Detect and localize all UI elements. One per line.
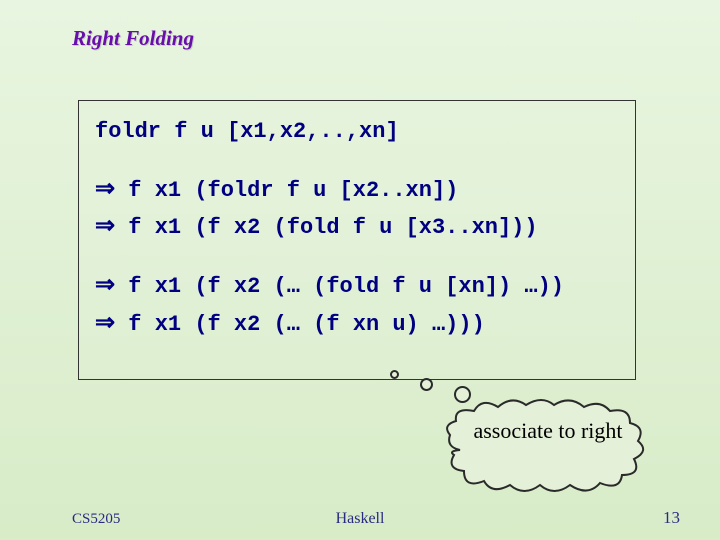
footer-topic: Haskell <box>0 510 720 528</box>
code-box: foldr f u [x1,x2,..,xn] ⇒ f x1 (foldr f … <box>78 100 636 380</box>
code-gap <box>95 149 619 171</box>
callout-text: associate to right <box>468 418 628 443</box>
code-line-1: foldr f u [x1,x2,..,xn] <box>95 115 619 149</box>
implies-icon: ⇒ <box>95 272 115 298</box>
code-line-4: ⇒ f x1 (f x2 (… (fold f u [xn]) …)) <box>95 267 619 304</box>
code-text: f x1 (f x2 (… (f xn u) …))) <box>115 312 485 337</box>
code-line-5: ⇒ f x1 (f x2 (… (f xn u) …))) <box>95 305 619 342</box>
code-gap <box>95 245 619 267</box>
implies-icon: ⇒ <box>95 310 115 336</box>
bubble-icon <box>390 370 399 379</box>
code-line-3: ⇒ f x1 (f x2 (fold f u [x3..xn])) <box>95 208 619 245</box>
page-number: 13 <box>663 508 680 528</box>
code-text: f x1 (f x2 (… (fold f u [xn]) …)) <box>115 274 564 299</box>
implies-icon: ⇒ <box>95 176 115 202</box>
cloud-icon <box>440 395 648 495</box>
code-line-2: ⇒ f x1 (foldr f u [x2..xn]) <box>95 171 619 208</box>
bubble-icon <box>420 378 433 391</box>
implies-icon: ⇒ <box>95 213 115 239</box>
code-text: f x1 (foldr f u [x2..xn]) <box>115 178 458 203</box>
slide-title: Right Folding <box>72 26 194 51</box>
code-text: f x1 (f x2 (fold f u [x3..xn])) <box>115 215 537 240</box>
